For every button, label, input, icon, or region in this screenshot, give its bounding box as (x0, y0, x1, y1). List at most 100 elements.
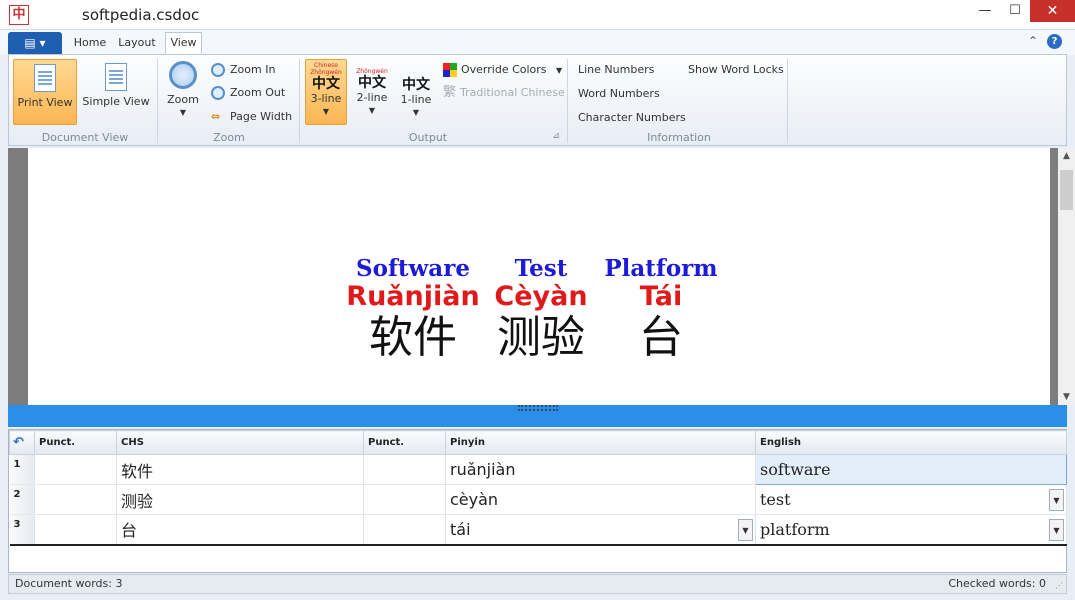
group-separator (299, 59, 300, 143)
simple-view-button[interactable]: Simple View (81, 59, 151, 125)
english-value: test (760, 490, 791, 509)
punct-cell[interactable] (34, 514, 117, 546)
collapse-ribbon-icon[interactable]: ⌃ (1024, 34, 1042, 48)
word-english: Software (356, 255, 470, 282)
scroll-up-icon[interactable]: ▲ (1058, 148, 1075, 164)
chs-cell[interactable]: 软件 (116, 454, 364, 485)
zoom-in-icon (211, 63, 225, 77)
header-chs[interactable]: CHS (116, 430, 364, 455)
tiny-english-label: Chinese (314, 62, 338, 69)
chevron-down-icon: ▼ (368, 106, 376, 115)
tab-home[interactable]: Home (68, 34, 112, 54)
english-dropdown-icon[interactable]: ▼ (1049, 519, 1064, 541)
scroll-down-icon[interactable]: ▼ (1058, 389, 1075, 405)
character-numbers-toggle[interactable]: Character Numbers (578, 111, 686, 124)
maximize-button[interactable]: ☐ (1000, 0, 1030, 22)
window-title: softpedia.csdoc (82, 6, 200, 24)
zoom-out-label: Zoom Out (230, 86, 286, 99)
header-punct[interactable]: Punct. (34, 430, 117, 455)
zoom-button[interactable]: Zoom ▼ (163, 59, 203, 125)
table-row[interactable]: 2 测验 cèyàn test ▼ (9, 484, 1067, 515)
page-width-button[interactable]: ⇔ Page Width (211, 107, 292, 127)
punct-cell[interactable] (34, 454, 117, 485)
application-menu-button[interactable]: ▤ ▾ (8, 32, 62, 54)
simple-view-label: Simple View (82, 95, 150, 108)
resize-grip-icon[interactable]: ⋰ (1055, 581, 1063, 590)
pane-splitter[interactable] (8, 405, 1067, 427)
header-punct[interactable]: Punct. (363, 430, 446, 455)
document-word-2[interactable]: Test Cèyàn 测验 (476, 256, 606, 364)
header-english[interactable]: English (755, 430, 1067, 455)
row-number: 3 (9, 514, 35, 546)
document-word-3[interactable]: Platform Tái 台 (596, 256, 726, 364)
word-pinyin: Ruǎnjiàn (346, 281, 480, 312)
two-line-button[interactable]: Zhōngwén 中文 2-line ▼ (351, 59, 393, 125)
tiny-pinyin-label: Zhōngwén (310, 69, 342, 76)
word-pinyin: Cèyàn (494, 281, 588, 312)
english-cell[interactable]: platform ▼ (755, 514, 1067, 546)
chinese-glyph-label: 中文 (312, 76, 340, 92)
english-dropdown-icon[interactable]: ▼ (1049, 489, 1064, 511)
zoom-out-button[interactable]: Zoom Out (211, 83, 285, 103)
tab-layout[interactable]: Layout (114, 34, 160, 54)
print-view-button[interactable]: Print View (13, 59, 77, 125)
english-cell[interactable]: test ▼ (755, 484, 1067, 515)
traditional-chinese-button[interactable]: 繁 Traditional Chinese (443, 83, 565, 103)
one-line-button[interactable]: 中文 1-line ▼ (395, 59, 437, 125)
tab-view[interactable]: View (165, 32, 202, 54)
chs-cell[interactable]: 测验 (116, 484, 364, 515)
english-cell[interactable]: software (755, 454, 1067, 485)
minimize-button[interactable]: — (970, 0, 1000, 22)
three-line-label: 3-line (310, 92, 342, 105)
group-label-information: Information (647, 131, 711, 144)
word-chinese: 台 (639, 312, 683, 363)
three-line-button[interactable]: Chinese Zhōngwén 中文 3-line ▼ (305, 59, 347, 125)
zoom-out-icon (211, 86, 225, 100)
zoom-in-label: Zoom In (230, 63, 276, 76)
chevron-down-icon: ▼ (322, 107, 330, 116)
pinyin-dropdown-icon[interactable]: ▼ (738, 519, 753, 541)
group-separator (157, 59, 158, 143)
chevron-down-icon: ▼ (179, 108, 187, 117)
output-dialog-launcher-icon[interactable]: ⊿ (549, 131, 563, 141)
document-words-status: Document words: 3 (15, 577, 123, 590)
pinyin-value: tái (450, 519, 471, 539)
show-word-locks-toggle[interactable]: Show Word Locks (688, 63, 784, 76)
tiny-pinyin-label: Zhōngwén (356, 68, 388, 75)
status-bar: Document words: 3 Checked words: 0 ⋰ (8, 574, 1067, 594)
chs-cell[interactable]: 台 (116, 514, 364, 546)
document-word-1[interactable]: Software Ruǎnjiàn 软件 (338, 256, 488, 364)
word-pinyin: Tái (639, 281, 683, 312)
pinyin-cell[interactable]: tái ▼ (445, 514, 756, 546)
punct-cell[interactable] (363, 484, 446, 515)
document-icon (105, 63, 127, 91)
row-number: 1 (9, 454, 35, 485)
document-scrollbar[interactable]: ▲ ▼ (1058, 148, 1075, 405)
group-separator (787, 59, 788, 143)
help-icon[interactable]: ? (1047, 34, 1062, 49)
row-number: 2 (9, 484, 35, 515)
document-page[interactable]: Software Ruǎnjiàn 软件 Test Cèyàn 测验 Platf… (28, 148, 1050, 405)
print-view-label: Print View (17, 96, 73, 109)
pinyin-cell[interactable]: ruǎnjiàn (445, 454, 756, 485)
punct-cell[interactable] (34, 484, 117, 515)
table-row[interactable]: 3 台 tái ▼ platform ▼ (9, 514, 1067, 546)
app-icon: 中 (9, 5, 29, 25)
zoom-in-button[interactable]: Zoom In (211, 60, 275, 80)
pinyin-cell[interactable]: cèyàn (445, 484, 756, 515)
line-numbers-toggle[interactable]: Line Numbers (578, 63, 654, 76)
splitter-grip-icon[interactable] (518, 405, 558, 411)
word-chinese: 软件 (369, 312, 457, 363)
word-numbers-toggle[interactable]: Word Numbers (578, 87, 660, 100)
chinese-glyph-label: 中文 (358, 75, 386, 91)
punct-cell[interactable] (363, 514, 446, 546)
close-button[interactable]: ✕ (1030, 0, 1075, 22)
page-width-label: Page Width (230, 110, 293, 123)
one-line-label: 1-line (400, 93, 432, 106)
punct-cell[interactable] (363, 454, 446, 485)
scroll-thumb[interactable] (1060, 170, 1073, 210)
override-colors-button[interactable]: Override Colors ▼ (443, 60, 562, 80)
undo-icon[interactable]: ↶ (9, 430, 35, 455)
header-pinyin[interactable]: Pinyin (445, 430, 756, 455)
table-row[interactable]: 1 软件 ruǎnjiàn software (9, 454, 1067, 485)
